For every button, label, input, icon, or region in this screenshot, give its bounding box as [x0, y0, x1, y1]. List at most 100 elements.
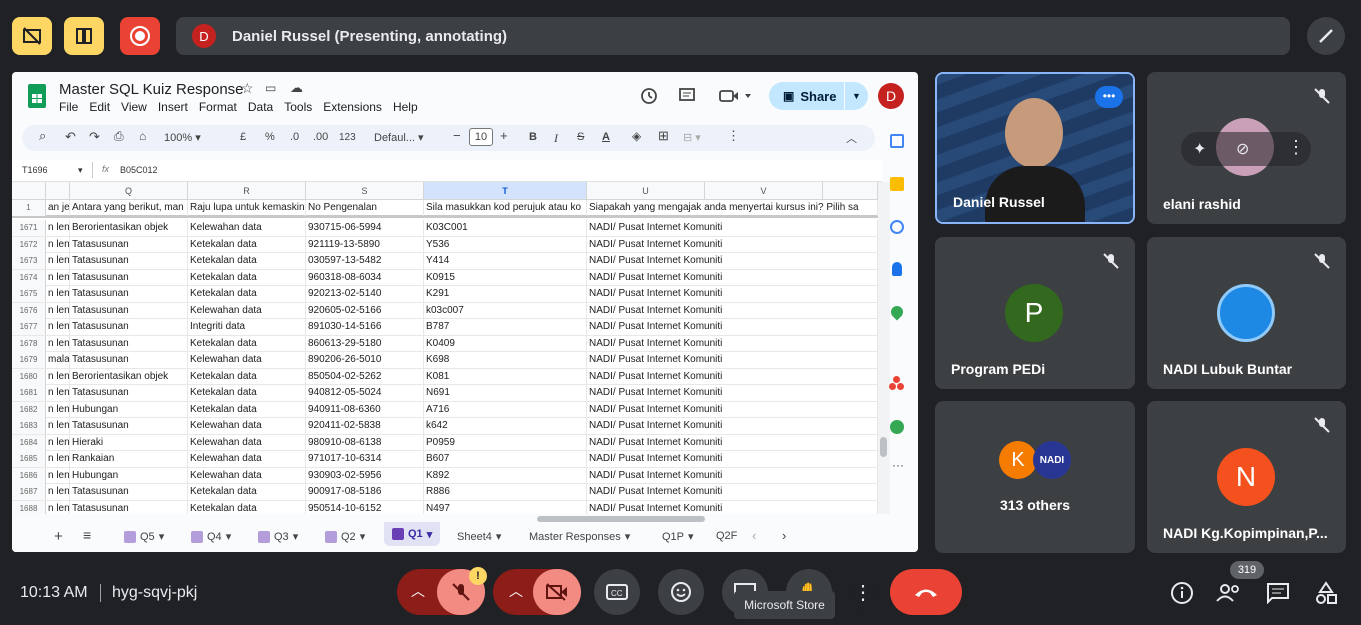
cell[interactable]: NADI/ Pusat Internet Komuniti	[587, 418, 878, 434]
cell[interactable]: Tatasusunan	[70, 385, 188, 401]
cell[interactable]: Tatasusunan	[70, 286, 188, 302]
cell[interactable]: NADI/ Pusat Internet Komuniti	[587, 352, 878, 368]
name-box[interactable]: T1696	[22, 165, 48, 175]
row-number[interactable]: 1684	[12, 434, 46, 451]
cell[interactable]: K081	[424, 368, 587, 385]
row-number[interactable]: 1679	[12, 352, 46, 368]
annotate-button[interactable]	[1307, 17, 1345, 55]
cell[interactable]: K0915	[424, 269, 587, 286]
cell[interactable]: Siapakah yang mengajak anda menyertai ku…	[587, 200, 878, 216]
cell[interactable]: 971017-10-6314	[306, 451, 424, 467]
cell[interactable]: n leng	[46, 220, 70, 236]
apps-icon[interactable]	[889, 376, 905, 390]
cell[interactable]: 920213-02-5140	[306, 286, 424, 302]
menu-format[interactable]: Format	[199, 100, 237, 114]
cell[interactable]: 920411-02-5838	[306, 418, 424, 434]
cell[interactable]: Tatasusunan	[70, 418, 188, 434]
row-number[interactable]: 1683	[12, 418, 46, 434]
tile-nadi-lubuk-buntar[interactable]: NADI Lubuk Buntar	[1147, 237, 1346, 389]
spreadsheet-grid[interactable]: Q R S T U V 1 an jen Antara yang berikut…	[12, 182, 878, 514]
row-number[interactable]: 1672	[12, 236, 46, 253]
cell[interactable]: 850504-02-5262	[306, 368, 424, 385]
cell[interactable]: n leng	[46, 319, 70, 335]
cell[interactable]: N691	[424, 385, 587, 401]
cell[interactable]: 900917-08-5186	[306, 484, 424, 500]
row-number[interactable]: 1685	[12, 451, 46, 467]
record-button[interactable]	[120, 17, 160, 55]
row-number[interactable]: 1681	[12, 385, 46, 401]
cell[interactable]: Ketekalan data	[188, 500, 306, 514]
row-number[interactable]: 1674	[12, 269, 46, 286]
cell[interactable]: No Pengenalan	[306, 200, 424, 216]
cell[interactable]: n leng	[46, 269, 70, 286]
row-number[interactable]: 1687	[12, 484, 46, 500]
row-number[interactable]: 1675	[12, 286, 46, 302]
cell[interactable]: Tatasusunan	[70, 302, 188, 319]
all-sheets-icon[interactable]: ≡	[83, 527, 91, 543]
tab-sheet4[interactable]: Sheet4 ▾	[457, 530, 501, 544]
tab-q2f[interactable]: Q2F	[716, 530, 737, 542]
decrease-decimal-button[interactable]: .0	[290, 131, 299, 143]
cell[interactable]: Kelewahan data	[188, 467, 306, 484]
menu-insert[interactable]: Insert	[158, 100, 188, 114]
account-avatar[interactable]: D	[878, 83, 904, 109]
cell[interactable]: Ketekalan data	[188, 368, 306, 385]
cell[interactable]: 950514-10-6152	[306, 500, 424, 514]
cell[interactable]: n leng	[46, 385, 70, 401]
cell[interactable]: 940911-08-6360	[306, 401, 424, 418]
activities-icon[interactable]	[1314, 581, 1338, 605]
cell[interactable]: n leng	[46, 434, 70, 451]
tab-q4[interactable]: Q4 ▾	[191, 530, 231, 543]
cell[interactable]: K698	[424, 352, 587, 368]
captions-button[interactable]: CC	[594, 569, 640, 615]
add-sheet-icon[interactable]: +	[54, 528, 63, 545]
tabs-next-icon[interactable]: ›	[782, 528, 786, 543]
cell[interactable]: 980910-08-6138	[306, 434, 424, 451]
row-number[interactable]: 1688	[12, 500, 46, 514]
layout-button[interactable]	[64, 17, 104, 55]
cell[interactable]: 930903-02-5956	[306, 467, 424, 484]
cell[interactable]: Y536	[424, 236, 587, 253]
cell[interactable]: Raju lupa untuk kemaskini	[188, 200, 306, 216]
cell[interactable]: Ketekalan data	[188, 401, 306, 418]
cell[interactable]: n leng	[46, 302, 70, 319]
captions-off-button[interactable]	[12, 17, 52, 55]
cell[interactable]: NADI/ Pusat Internet Komuniti	[587, 484, 878, 500]
camera-toggle-button[interactable]	[533, 569, 581, 615]
cell[interactable]: B787	[424, 319, 587, 335]
tile-program-pedi[interactable]: P Program PEDi	[935, 237, 1135, 389]
cell[interactable]: Ketekalan data	[188, 269, 306, 286]
cell[interactable]: Tatasusunan	[70, 335, 188, 352]
cell[interactable]: K892	[424, 467, 587, 484]
cell[interactable]: NADI/ Pusat Internet Komuniti	[587, 500, 878, 514]
cell[interactable]: Kelewahan data	[188, 418, 306, 434]
menu-view[interactable]: View	[121, 100, 147, 114]
row-number[interactable]: 1680	[12, 368, 46, 385]
cell[interactable]: Tatasusunan	[70, 236, 188, 253]
meet-icon[interactable]	[718, 86, 754, 106]
cell[interactable]: Hubungan	[70, 401, 188, 418]
cell[interactable]: NADI/ Pusat Internet Komuniti	[587, 269, 878, 286]
calendar-icon[interactable]	[890, 134, 904, 148]
pin-icon[interactable]: ✦	[1193, 139, 1206, 159]
cell[interactable]: 960318-08-6034	[306, 269, 424, 286]
cell[interactable]: Ketekalan data	[188, 253, 306, 269]
cell[interactable]: Tatasusunan	[70, 500, 188, 514]
cell[interactable]: Tatasusunan	[70, 352, 188, 368]
cell[interactable]: Rankaian	[70, 451, 188, 467]
cell[interactable]: n leng	[46, 401, 70, 418]
cell[interactable]: n leng	[46, 467, 70, 484]
cell[interactable]: n leng	[46, 286, 70, 302]
fill-color-icon[interactable]: ◈	[632, 129, 641, 143]
select-all-corner[interactable]	[12, 182, 46, 200]
column-header-q[interactable]: Q	[70, 182, 188, 200]
people-icon[interactable]	[1216, 583, 1242, 603]
row-number[interactable]: 1677	[12, 319, 46, 335]
borders-icon[interactable]: ⊞	[658, 128, 669, 144]
cell[interactable]: Kelewahan data	[188, 434, 306, 451]
tile-more-button[interactable]: •••	[1095, 86, 1123, 108]
cell[interactable]: 030597-13-5482	[306, 253, 424, 269]
cell[interactable]: K03C001	[424, 220, 587, 236]
column-header-v[interactable]: V	[705, 182, 823, 200]
tile-nadi-kg-kopimpinan[interactable]: N NADI Kg.Kopimpinan,P...	[1147, 401, 1346, 553]
